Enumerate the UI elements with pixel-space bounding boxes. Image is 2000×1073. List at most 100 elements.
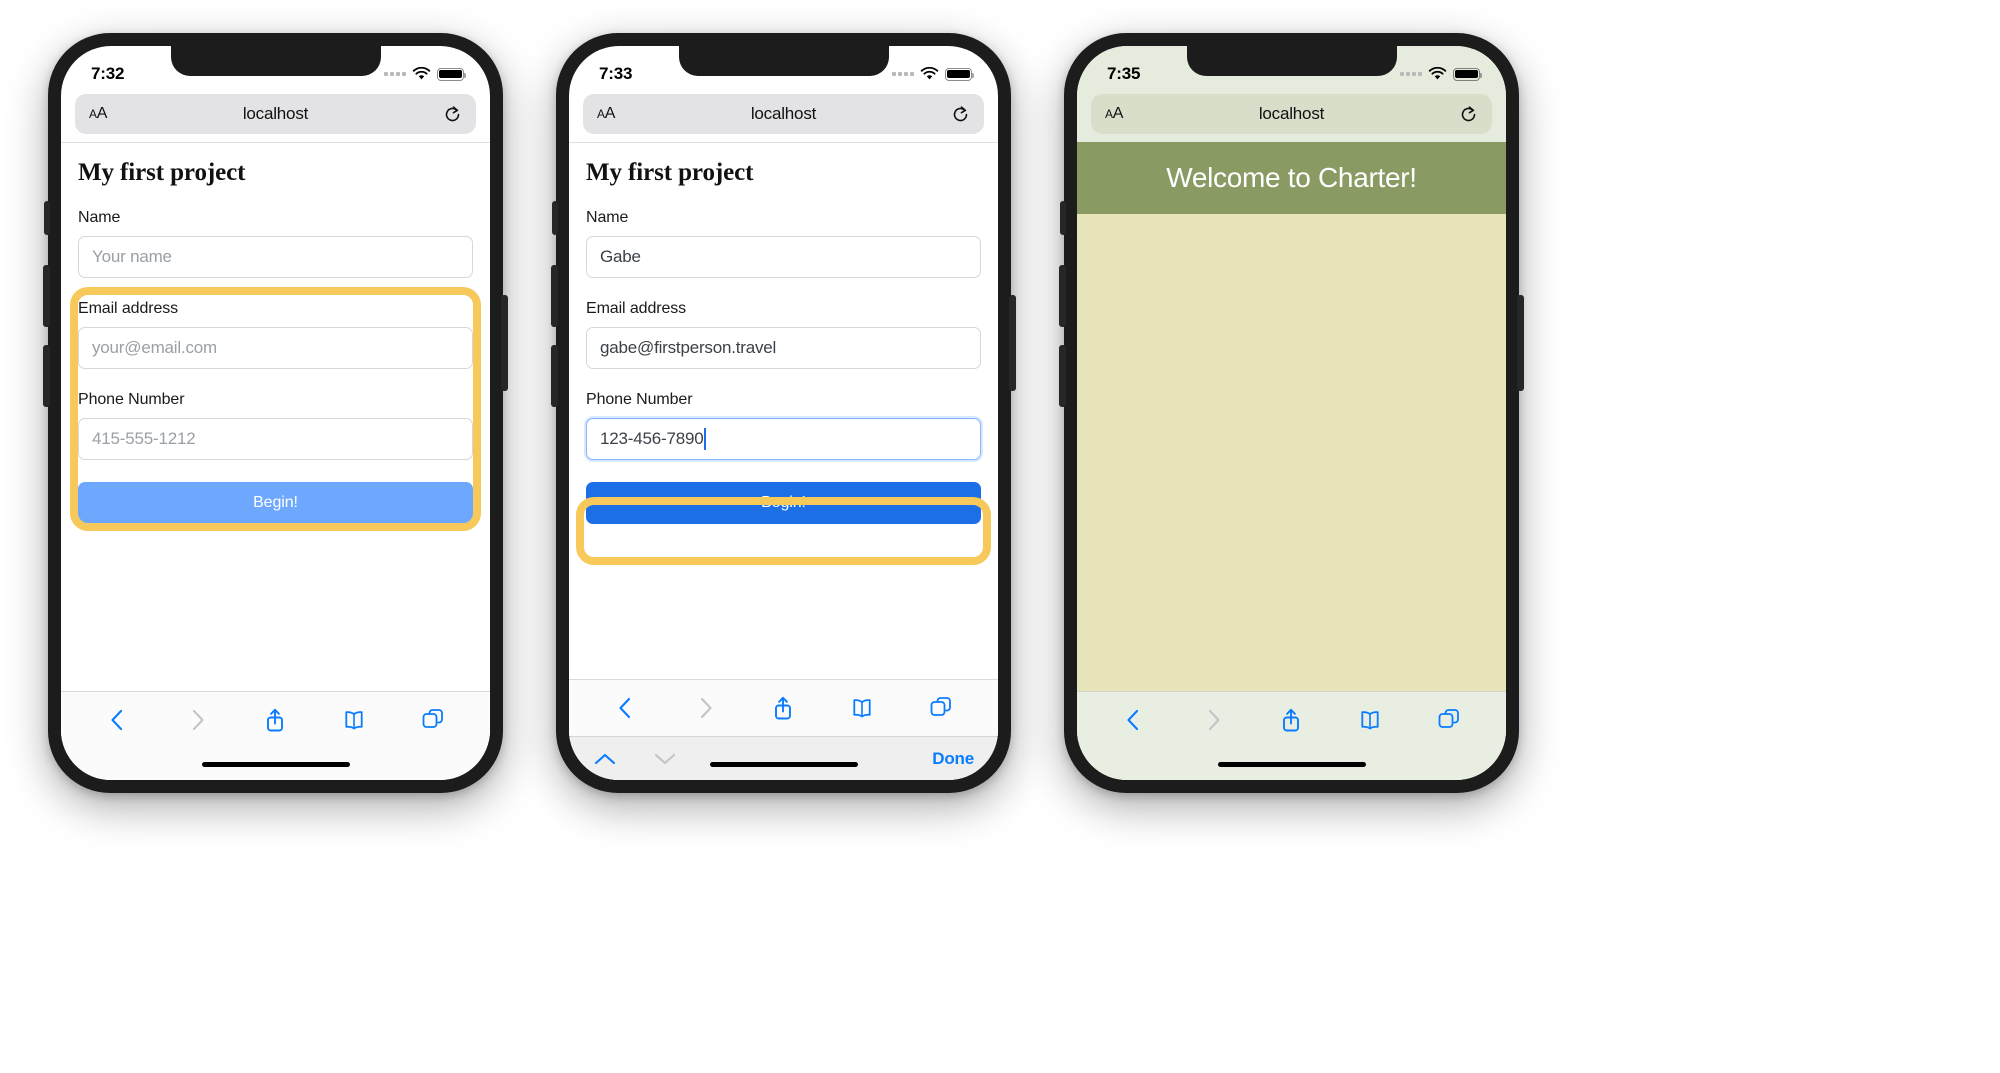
- email-input[interactable]: gabe@firstperson.travel: [586, 327, 981, 369]
- web-page-content: My first project Name Your name Email ad…: [61, 143, 490, 780]
- home-indicator[interactable]: [201, 761, 350, 767]
- chevron-left-icon[interactable]: [105, 707, 131, 733]
- safari-toolbar: [61, 691, 490, 780]
- welcome-heading: Welcome to Charter!: [1166, 162, 1417, 193]
- volume-down-button[interactable]: [551, 345, 558, 407]
- wifi-icon: [412, 67, 431, 80]
- chevron-right-icon: [192, 709, 204, 731]
- phone-3-screen: 7:35 AA localhost Welcome to Charter!: [1077, 46, 1506, 780]
- volume-up-button[interactable]: [43, 265, 50, 327]
- name-input[interactable]: Your name: [78, 236, 473, 278]
- tabs-icon[interactable]: [928, 695, 954, 721]
- safari-toolbar: [1077, 691, 1506, 780]
- share-icon[interactable]: [262, 707, 288, 733]
- share-icon[interactable]: [770, 695, 796, 721]
- email-field-label: Email address: [78, 300, 179, 317]
- email-input[interactable]: your@email.com: [78, 327, 473, 369]
- begin-button[interactable]: Begin!: [78, 482, 473, 524]
- tabs-icon[interactable]: [420, 707, 446, 733]
- home-indicator-area: [1077, 748, 1506, 780]
- address-bar[interactable]: AA localhost: [1091, 94, 1492, 134]
- volume-up-button[interactable]: [551, 265, 558, 327]
- volume-down-button[interactable]: [43, 345, 50, 407]
- phone-input[interactable]: 123-456-7890: [586, 418, 981, 460]
- phone-field-group: Phone Number 123-456-7890: [586, 391, 981, 460]
- browser-chrome: AA localhost: [61, 94, 490, 142]
- address-bar[interactable]: AA localhost: [583, 94, 984, 134]
- keyboard-done-button[interactable]: Done: [932, 749, 974, 769]
- battery-icon: [437, 67, 467, 81]
- text-caret: [704, 428, 707, 450]
- power-button[interactable]: [1517, 295, 1524, 391]
- phone-field-label: Phone Number: [78, 391, 185, 408]
- keyboard-accessory-bar: Done: [569, 736, 998, 780]
- home-indicator[interactable]: [1217, 761, 1366, 767]
- volume-down-button[interactable]: [1059, 345, 1066, 407]
- toolbar-icon-row: [61, 692, 490, 748]
- status-indicators: [892, 67, 975, 81]
- volume-up-button[interactable]: [1059, 265, 1066, 327]
- phone-2-screen: 7:33 AA localhost My first project Name …: [569, 46, 998, 780]
- phone-field-label: Phone Number: [586, 391, 693, 408]
- safari-toolbar: Done: [569, 679, 998, 780]
- page-title: My first project: [586, 159, 754, 186]
- battery-icon: [1453, 67, 1483, 81]
- notch: [1186, 46, 1397, 76]
- book-icon[interactable]: [341, 707, 367, 733]
- notch: [170, 46, 381, 76]
- signal-dots-icon: [892, 72, 914, 76]
- welcome-banner: Welcome to Charter!: [1077, 142, 1506, 214]
- book-icon[interactable]: [1357, 707, 1383, 733]
- url-host-label: localhost: [242, 104, 309, 123]
- mute-switch[interactable]: [552, 201, 558, 235]
- browser-chrome: AA localhost: [569, 94, 998, 142]
- status-indicators: [384, 67, 467, 81]
- tabs-icon[interactable]: [1436, 707, 1462, 733]
- chevron-left-icon[interactable]: [1121, 707, 1147, 733]
- status-indicators: [1400, 67, 1483, 81]
- phone-2-device: 7:33 AA localhost My first project Name …: [551, 33, 1016, 793]
- home-indicator-area: [61, 748, 490, 780]
- phone-field-group: Phone Number 415-555-1212: [78, 391, 473, 460]
- name-field-group: Name Gabe: [586, 209, 981, 278]
- chevron-right-icon: [700, 697, 712, 719]
- status-time: 7:32: [91, 64, 125, 83]
- field-nav-group: [593, 751, 677, 767]
- wifi-icon: [1428, 67, 1447, 80]
- web-page-content: Welcome to Charter!: [1077, 142, 1506, 780]
- power-button[interactable]: [501, 295, 508, 391]
- chevron-up-icon[interactable]: [593, 751, 617, 767]
- name-field-group: Name Your name: [78, 209, 473, 278]
- signal-dots-icon: [1400, 72, 1422, 76]
- book-icon[interactable]: [849, 695, 875, 721]
- toolbar-icon-row: [1077, 692, 1506, 748]
- power-button[interactable]: [1009, 295, 1016, 391]
- signal-dots-icon: [384, 72, 406, 76]
- phone-1-device: 7:32 AA localhost My first project Name …: [43, 33, 508, 793]
- status-time: 7:33: [599, 64, 633, 83]
- status-time: 7:35: [1107, 64, 1141, 83]
- email-field-group: Email address your@email.com: [78, 300, 473, 369]
- chevron-right-icon: [1208, 709, 1220, 731]
- name-input[interactable]: Gabe: [586, 236, 981, 278]
- url-host-label: localhost: [750, 104, 817, 123]
- mute-switch[interactable]: [1060, 201, 1066, 235]
- name-field-label: Name: [586, 209, 629, 226]
- battery-icon: [945, 67, 975, 81]
- phone-1-screen: 7:32 AA localhost My first project Name …: [61, 46, 490, 780]
- begin-button[interactable]: Begin!: [586, 482, 981, 524]
- chevron-down-icon: [654, 753, 676, 764]
- page-title: My first project: [78, 159, 246, 186]
- address-bar[interactable]: AA localhost: [75, 94, 476, 134]
- phone-input-value: 123-456-7890: [600, 429, 704, 448]
- chevron-left-icon[interactable]: [613, 695, 639, 721]
- phone-3-device: 7:35 AA localhost Welcome to Charter!: [1059, 33, 1524, 793]
- phone-input[interactable]: 415-555-1212: [78, 418, 473, 460]
- mute-switch[interactable]: [44, 201, 50, 235]
- url-host-label: localhost: [1258, 104, 1325, 123]
- toolbar-icon-row: [569, 680, 998, 736]
- share-icon[interactable]: [1278, 707, 1304, 733]
- browser-chrome: AA localhost: [1077, 94, 1506, 142]
- email-field-label: Email address: [586, 300, 687, 317]
- wifi-icon: [920, 67, 939, 80]
